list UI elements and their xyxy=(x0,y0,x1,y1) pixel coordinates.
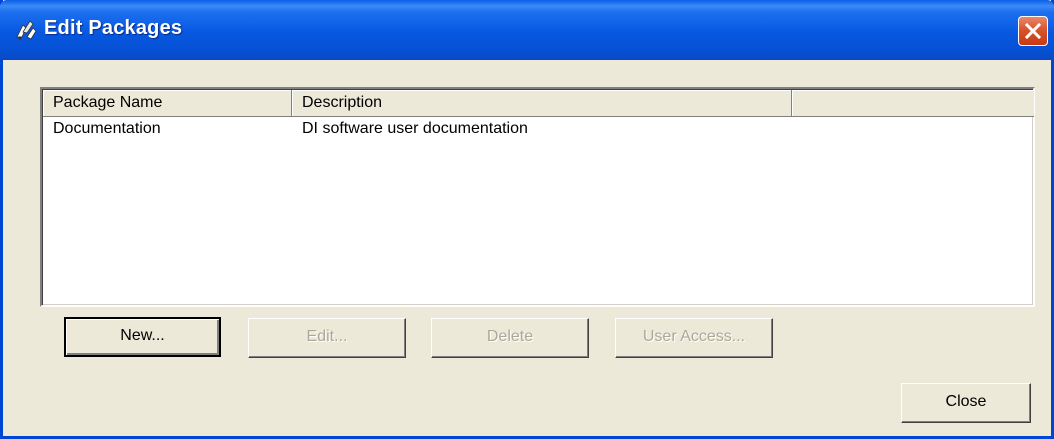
package-tools-icon xyxy=(16,20,37,40)
window-title: Edit Packages xyxy=(44,17,183,39)
user-access-button[interactable]: User Access... xyxy=(615,318,773,358)
column-header-description[interactable]: Description xyxy=(292,90,792,117)
new-button[interactable]: New... xyxy=(64,317,221,357)
list-header: Package Name Description xyxy=(43,90,1034,117)
close-icon xyxy=(1024,22,1042,40)
delete-button[interactable]: Delete xyxy=(431,318,589,358)
edit-button[interactable]: Edit... xyxy=(248,318,406,358)
close-window-button[interactable] xyxy=(1018,16,1048,46)
edit-packages-dialog: Edit Packages Package Name Description D… xyxy=(0,0,1054,439)
list-item[interactable]: Documentation DI software user documenta… xyxy=(43,117,1034,143)
package-description-cell: DI software user documentation xyxy=(302,120,528,137)
title-bar[interactable]: Edit Packages xyxy=(0,0,1054,60)
column-header-empty[interactable] xyxy=(792,90,1034,117)
column-header-package-name[interactable]: Package Name xyxy=(43,90,292,117)
packages-list[interactable]: Package Name Description Documentation D… xyxy=(40,87,1035,307)
close-button[interactable]: Close xyxy=(901,383,1031,423)
package-name-cell: Documentation xyxy=(53,120,161,137)
